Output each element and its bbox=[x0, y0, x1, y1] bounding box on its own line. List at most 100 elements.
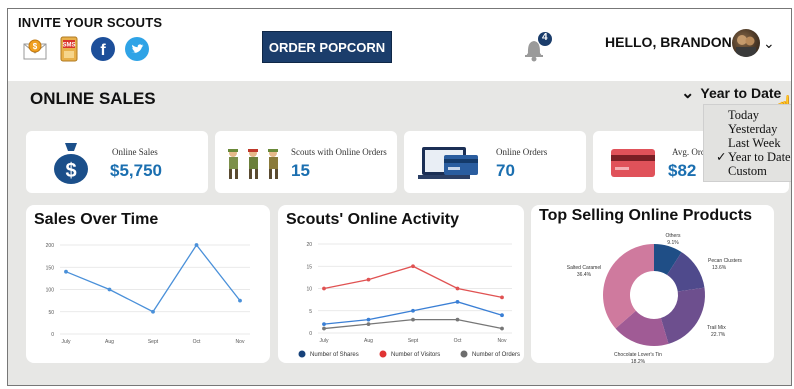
kpi-value: 70 bbox=[496, 161, 515, 180]
y-tick-label: 0 bbox=[309, 331, 312, 337]
kpi-value: $82 bbox=[668, 161, 697, 180]
legend-marker bbox=[379, 350, 387, 358]
data-point bbox=[107, 287, 112, 292]
kpi-card-online-orders: Online Orders 70 bbox=[404, 131, 586, 193]
user-avatar[interactable] bbox=[732, 29, 760, 57]
range-option-label: Year to Date bbox=[728, 150, 791, 164]
range-selector-label: Year to Date bbox=[700, 85, 782, 101]
x-tick-label: Oct bbox=[454, 338, 462, 344]
slice-label: Salted Caramel bbox=[567, 265, 601, 271]
slice-label: Others bbox=[665, 233, 681, 239]
data-point bbox=[151, 309, 155, 314]
data-point bbox=[455, 317, 460, 322]
slice-value-label: 13.6% bbox=[712, 265, 727, 271]
range-option-year-to-date[interactable]: ✓ Year to Date bbox=[704, 150, 791, 164]
range-option-label: Custom bbox=[728, 164, 767, 178]
invite-scouts-title: INVITE YOUR SCOUTS bbox=[18, 15, 163, 30]
top-products-panel: Top Selling Online Products Others 9.1% Pe… bbox=[531, 205, 774, 363]
sales-over-time-chart: 0 50 100 150 200 July Aug Sept Oct Nov bbox=[46, 243, 250, 345]
order-popcorn-button[interactable]: ORDER POPCORN bbox=[262, 31, 392, 63]
sms-icon[interactable]: SMS bbox=[56, 36, 82, 62]
y-tick-label: 10 bbox=[306, 287, 312, 293]
y-tick-label: 50 bbox=[48, 310, 54, 316]
scouts-icon bbox=[223, 145, 287, 186]
money-bag-icon: $ bbox=[52, 139, 90, 190]
data-point bbox=[366, 322, 371, 326]
notifications-bell-icon[interactable]: 4 bbox=[522, 31, 552, 62]
legend-label: Number of Visitors bbox=[391, 352, 440, 358]
data-point bbox=[366, 317, 371, 322]
slice-value-label: 9.1% bbox=[667, 240, 679, 246]
range-selector[interactable]: ⌄ Year to Date bbox=[681, 83, 781, 103]
svg-text:SMS: SMS bbox=[62, 43, 75, 49]
chevron-down-icon: ⌄ bbox=[681, 85, 695, 102]
data-point bbox=[194, 243, 199, 247]
kpi-label: Online Sales bbox=[112, 147, 158, 157]
kpi-label: Online Orders bbox=[496, 147, 548, 157]
series-line bbox=[65, 243, 241, 313]
data-point bbox=[411, 264, 415, 269]
user-menu-chevron-icon[interactable]: ⌄ bbox=[763, 35, 775, 52]
section-title: ONLINE SALES bbox=[30, 89, 156, 108]
svg-text:$: $ bbox=[33, 42, 38, 51]
y-tick-label: 200 bbox=[46, 243, 55, 249]
slice-label: Trail Mix bbox=[707, 325, 726, 331]
x-tick-label: July bbox=[320, 338, 329, 344]
sales-over-time-panel: Sales Over Time 0 50 100 150 200 July Aug Sept O… bbox=[26, 205, 270, 363]
range-option-label: Today bbox=[728, 108, 760, 122]
kpi-label: Scouts with Online Orders bbox=[291, 147, 387, 157]
data-point bbox=[322, 322, 326, 326]
x-tick-label: July bbox=[62, 339, 71, 345]
range-option-check-icon: ✓ bbox=[716, 150, 727, 164]
pie-slice bbox=[660, 287, 705, 344]
x-tick-label: Oct bbox=[193, 339, 201, 345]
scouts-activity-chart: 0 5 10 15 20 July Aug Sept Oct Nov Number of Share… bbox=[298, 242, 520, 358]
credit-card-icon bbox=[609, 147, 657, 184]
x-tick-label: Nov bbox=[498, 338, 507, 344]
legend-marker bbox=[298, 350, 306, 358]
kpi-label: Avg. Ord bbox=[672, 147, 706, 157]
greeting-text: HELLO, BRANDON! bbox=[605, 34, 737, 50]
facebook-icon[interactable]: f bbox=[90, 36, 116, 62]
email-icon[interactable]: $ bbox=[22, 36, 48, 62]
data-point bbox=[411, 308, 415, 313]
kpi-value: $5,750 bbox=[110, 161, 162, 180]
online-sales-section: ONLINE SALES ⌄Year to Date ☝ $ Online Sa… bbox=[8, 81, 791, 385]
range-option-label: Last Week bbox=[728, 136, 781, 150]
data-point bbox=[500, 295, 504, 300]
laptop-card-icon bbox=[418, 145, 482, 186]
legend-marker bbox=[460, 350, 468, 358]
y-tick-label: 20 bbox=[306, 242, 312, 248]
kpi-value: 15 bbox=[291, 161, 310, 180]
range-option-today[interactable]: Today bbox=[704, 108, 791, 122]
data-point bbox=[455, 299, 460, 304]
slice-value-label: 36.4% bbox=[577, 272, 592, 278]
scouts-activity-panel: Scouts' Online Activity 0 5 10 15 20 July Aug S… bbox=[278, 205, 524, 363]
data-point bbox=[500, 313, 504, 318]
data-point bbox=[411, 317, 415, 322]
data-point bbox=[322, 286, 326, 291]
svg-text:f: f bbox=[100, 42, 106, 59]
slice-label: Pecan Clusters bbox=[708, 258, 742, 264]
y-tick-label: 0 bbox=[51, 332, 54, 338]
legend-label: Number of Shares bbox=[310, 352, 359, 358]
data-point bbox=[322, 326, 326, 331]
notification-count-badge: 4 bbox=[542, 32, 548, 43]
slice-label: Chocolate Lover's Tin bbox=[614, 352, 662, 358]
y-tick-label: 150 bbox=[46, 265, 55, 271]
range-option-last-week[interactable]: Last Week bbox=[704, 136, 791, 150]
x-tick-label: Aug bbox=[364, 338, 373, 344]
twitter-icon[interactable] bbox=[124, 36, 150, 62]
kpi-card-online-sales: $ Online Sales $5,750 bbox=[26, 131, 208, 193]
invite-icons: $ SMS f bbox=[22, 36, 150, 62]
range-option-custom[interactable]: Custom bbox=[704, 164, 791, 178]
svg-text:$: $ bbox=[65, 160, 76, 182]
app-frame: INVITE YOUR SCOUTS $ SMS f ORDER POPCORN bbox=[7, 8, 792, 386]
x-tick-label: Aug bbox=[105, 339, 114, 345]
y-tick-label: 5 bbox=[309, 309, 312, 315]
y-tick-label: 15 bbox=[306, 264, 312, 270]
x-tick-label: Sept bbox=[408, 338, 419, 344]
slice-value-label: 18.2% bbox=[631, 359, 646, 363]
x-tick-label: Sept bbox=[148, 339, 159, 345]
range-option-yesterday[interactable]: Yesterday bbox=[704, 122, 791, 136]
